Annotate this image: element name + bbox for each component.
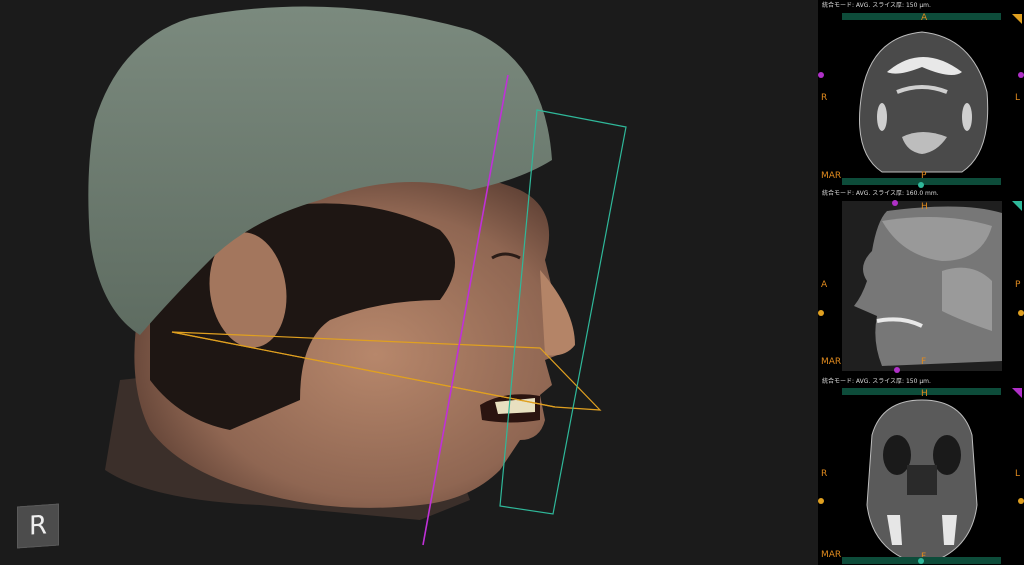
pane-right-label: L <box>1015 469 1021 479</box>
3d-head-view[interactable]: R <box>0 0 818 565</box>
axial-pane[interactable]: 統合モード: AVG. スライス厚: 150 μm. A P R L MAR <box>818 0 1024 188</box>
right-slice-marker[interactable] <box>1018 72 1024 78</box>
bottom-slice-marker[interactable] <box>894 367 900 373</box>
3d-head-render[interactable] <box>0 0 818 565</box>
pane-corner-indicator[interactable] <box>1012 388 1022 398</box>
pane-corner-indicator[interactable] <box>1012 201 1022 211</box>
nose-shape <box>540 270 575 356</box>
pane-corner-indicator[interactable] <box>1012 14 1022 24</box>
coronal-pane[interactable]: 統合モード: AVG. スライス厚: 150 μm. H F R L MAR <box>818 376 1024 565</box>
pane-left-label: A <box>821 280 828 290</box>
slice-panel: 統合モード: AVG. スライス厚: 150 μm. A P R L MAR 統… <box>818 0 1024 565</box>
pane-mar-label: MAR <box>821 357 842 367</box>
pane-info-text: 統合モード: AVG. スライス厚: 150 μm. <box>822 2 931 9</box>
right-slice-marker[interactable] <box>1018 310 1024 316</box>
bottom-slice-marker[interactable] <box>918 558 924 564</box>
top-slice-marker[interactable] <box>892 200 898 206</box>
pane-top-label: H <box>921 389 928 399</box>
orientation-label: R <box>28 510 48 542</box>
pane-left-label: R <box>821 469 828 479</box>
pane-right-label: P <box>1015 280 1021 290</box>
pane-top-label: H <box>921 202 928 212</box>
left-slice-marker[interactable] <box>818 72 824 78</box>
sagittal-pane[interactable]: 統合モード: AVG. スライス厚: 160.0 mm. H F A P MAR <box>818 188 1024 376</box>
pane-left-label: R <box>821 93 828 103</box>
pane-right-label: L <box>1015 93 1021 103</box>
pane-mar-label: MAR <box>821 171 842 181</box>
pane-info-text: 統合モード: AVG. スライス厚: 160.0 mm. <box>822 190 939 197</box>
left-slice-marker[interactable] <box>818 310 824 316</box>
pane-mar-label: MAR <box>821 550 842 560</box>
pane-bottom-label: F <box>921 357 927 367</box>
sagittal-slice-image[interactable] <box>842 201 1002 371</box>
orientation-cube[interactable]: R <box>17 503 59 549</box>
coronal-slice-image[interactable] <box>842 395 1002 561</box>
left-slice-marker[interactable] <box>818 498 824 504</box>
right-slice-marker[interactable] <box>1018 498 1024 504</box>
pane-info-text: 統合モード: AVG. スライス厚: 150 μm. <box>822 378 931 385</box>
axial-slice-image[interactable] <box>842 22 1002 178</box>
pane-top-label: A <box>921 13 928 23</box>
